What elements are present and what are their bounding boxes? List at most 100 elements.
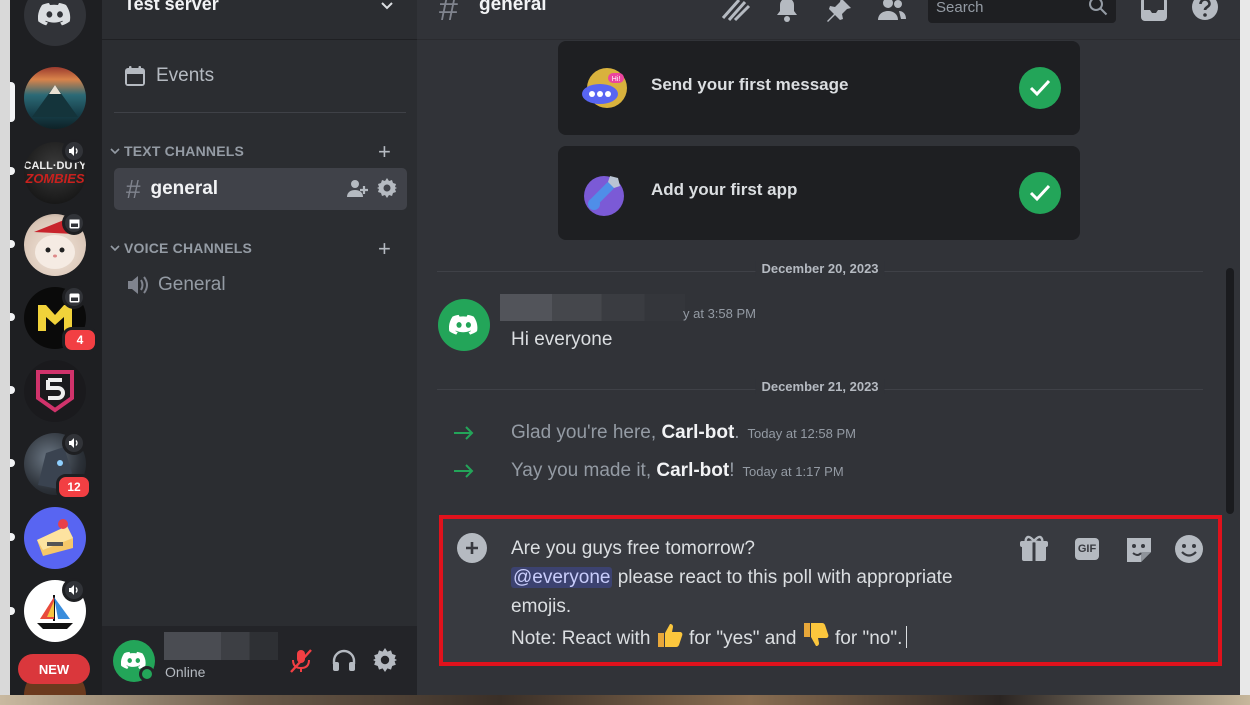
search-input[interactable] [936, 0, 1086, 20]
server-rail: CALL·DUTY ZOMBIES 4 12 NEW [10, 0, 102, 695]
discord-logo-icon [449, 314, 478, 335]
checkmark-icon [1019, 67, 1061, 109]
wrench-icon [584, 176, 624, 216]
gif-button[interactable]: GIF [1072, 534, 1102, 564]
composer-line: Are you guys free tomorrow? [511, 538, 755, 559]
server-selected-pill [10, 82, 15, 122]
chevron-down-icon [381, 2, 393, 10]
add-attachment-icon[interactable] [457, 533, 487, 563]
message-text: Hi everyone [511, 329, 613, 350]
online-status-dot [139, 666, 155, 682]
composer-no-text: for "no". [829, 628, 903, 649]
shield-five-icon [36, 370, 74, 413]
new-servers-badge[interactable]: NEW [18, 654, 90, 684]
headphones-icon[interactable] [331, 648, 357, 672]
message-timestamp: y at 3:58 PM [683, 306, 756, 321]
composer-line: Note: React with for "yes" and for "no". [511, 621, 1011, 653]
channel-name: general [150, 178, 219, 199]
create-channel-icon[interactable]: + [378, 236, 391, 262]
composer-yes-text: for "yes" and [683, 628, 802, 649]
speaker-icon [128, 276, 148, 294]
channel-header: # general [417, 0, 1240, 40]
unread-pill [10, 607, 15, 615]
unread-pill [10, 313, 15, 321]
events-button[interactable]: Events [112, 58, 404, 94]
channel-name: General [158, 274, 226, 295]
event-calendar-icon [62, 211, 86, 235]
system-message: Yay you made it, Carl-bot! Today at 1:17… [453, 459, 844, 483]
join-arrow-icon [454, 464, 474, 478]
emoji-picker-icon[interactable] [1174, 534, 1204, 564]
message-composer[interactable]: Are you guys free tomorrow? @everyone pl… [443, 519, 1218, 662]
hashtag-icon: # [439, 0, 458, 28]
unread-pill [10, 533, 15, 541]
scrollbar[interactable] [1226, 268, 1234, 514]
onboarding-label: Send your first message [651, 75, 849, 94]
chat-main: # general Hi! Send your first message Ad… [417, 0, 1240, 695]
invite-user-icon[interactable] [347, 178, 369, 198]
cake-icon [37, 519, 73, 556]
date-divider: December 20, 2023 [437, 261, 1203, 281]
onboarding-card-add-app[interactable]: Add your first app [558, 146, 1080, 240]
gif-label: GIF [1074, 538, 1100, 560]
search-box[interactable] [928, 0, 1116, 23]
calendar-icon [125, 66, 145, 86]
member-list-icon[interactable] [877, 0, 907, 22]
unread-pill [10, 240, 15, 248]
bell-icon[interactable] [774, 0, 800, 22]
message-input[interactable]: Are you guys free tomorrow? @everyone pl… [511, 534, 1011, 653]
gift-icon[interactable] [1019, 534, 1049, 564]
username-redacted [164, 632, 278, 660]
server-name: Test server [124, 0, 219, 14]
server-icon-test[interactable] [24, 67, 86, 129]
message-timestamp: Today at 1:17 PM [742, 463, 844, 479]
sticker-icon[interactable] [1123, 534, 1155, 564]
server-icon-cake[interactable] [24, 507, 86, 569]
create-channel-icon[interactable]: + [378, 139, 391, 165]
unread-pill [10, 167, 15, 175]
channel-item-general[interactable]: # general [114, 168, 407, 210]
gear-icon[interactable] [377, 178, 397, 198]
user-panel: Online [102, 626, 417, 695]
onboarding-label: Add your first app [651, 180, 798, 199]
text-caret [906, 626, 908, 648]
user-status-text: Online [165, 664, 206, 680]
checkmark-icon [1019, 172, 1061, 214]
message-timestamp: Today at 12:58 PM [747, 425, 856, 441]
channel-title: general [479, 0, 547, 15]
category-text-channels[interactable]: TEXT CHANNELS + [108, 139, 403, 164]
mic-muted-icon[interactable] [289, 648, 313, 674]
composer-note-prefix: Note: React with [511, 628, 656, 649]
inbox-icon[interactable] [1140, 0, 1168, 22]
threads-icon[interactable] [719, 0, 751, 22]
search-icon[interactable] [1088, 0, 1108, 16]
server-icon-five[interactable] [24, 360, 86, 422]
help-icon[interactable] [1190, 0, 1220, 22]
window-edge [1240, 0, 1250, 695]
mention-count-badge: 4 [62, 327, 98, 353]
server-header[interactable]: Test server [102, 0, 417, 40]
user-settings-gear-icon[interactable] [373, 648, 397, 672]
category-voice-channels[interactable]: VOICE CHANNELS + [108, 236, 403, 261]
unread-pill [10, 459, 15, 467]
avatar[interactable] [438, 299, 490, 351]
category-label: TEXT CHANNELS [124, 143, 245, 159]
voice-activity-icon [62, 578, 86, 602]
bot-name[interactable]: Carl-bot [661, 422, 734, 444]
onboarding-card-first-message[interactable]: Hi! Send your first message [558, 41, 1080, 135]
voice-activity-icon [62, 139, 86, 163]
author-name-redacted [500, 294, 685, 321]
home-button[interactable] [24, 0, 86, 46]
bot-name[interactable]: Carl-bot [656, 460, 729, 482]
mention-everyone: @everyone [511, 567, 613, 588]
date-label: December 21, 2023 [755, 379, 885, 394]
pin-icon[interactable] [825, 0, 853, 22]
voice-activity-icon [62, 431, 86, 455]
voice-channel-general[interactable]: General [114, 266, 407, 304]
system-text-suffix: . [734, 422, 740, 443]
system-text-suffix: ! [729, 460, 735, 481]
svg-text:Hi!: Hi! [612, 76, 621, 83]
system-text: Yay you made it, [511, 460, 657, 481]
mountain-icon [32, 85, 78, 117]
unread-pill [10, 386, 15, 394]
